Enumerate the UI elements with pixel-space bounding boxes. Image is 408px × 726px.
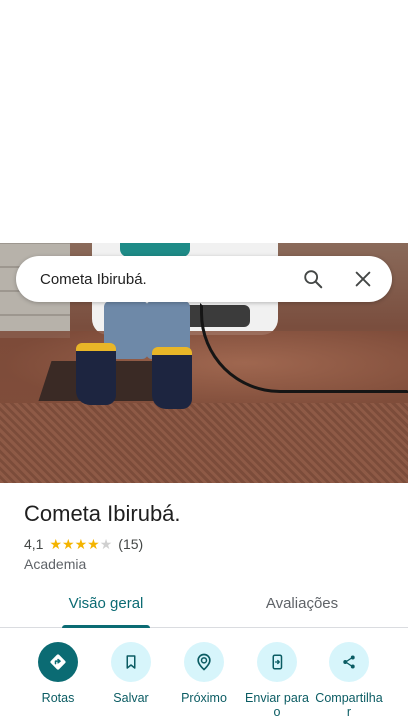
star-empty-icon: ★ [99, 536, 113, 552]
map-blank-area [0, 0, 408, 243]
send-to-phone-button[interactable]: Enviar para o [241, 640, 313, 719]
photo-shirt [120, 243, 190, 257]
directions-label: Rotas [41, 691, 75, 705]
place-tabs: Visão geral Avaliações [0, 588, 408, 628]
share-button[interactable]: Compartilha r [313, 640, 385, 719]
search-query[interactable]: Cometa Ibirubá. [40, 271, 302, 288]
nearby-icon[interactable] [184, 642, 224, 682]
place-info: Cometa Ibirubá. 4,1 ★ ★ ★ ★ ★ (15) Acade… [24, 500, 394, 572]
send-to-phone-label: Enviar para o [245, 691, 309, 719]
star-icon: ★ [62, 536, 75, 552]
send-to-phone-icon[interactable] [257, 642, 297, 682]
rating-value: 4,1 [24, 536, 44, 552]
place-category: Academia [24, 556, 87, 572]
search-icon[interactable] [302, 268, 324, 290]
review-count: (15) [118, 536, 144, 552]
place-title: Cometa Ibirubá. [24, 501, 181, 526]
directions-button[interactable]: Rotas [22, 640, 94, 705]
photo-boot [76, 343, 116, 405]
share-label: Compartilha r [315, 691, 383, 719]
save-button[interactable]: Salvar [95, 640, 167, 705]
rating-row[interactable]: 4,1 ★ ★ ★ ★ ★ (15) [24, 536, 394, 552]
save-label: Salvar [113, 691, 149, 705]
action-buttons: Rotas Salvar Próximo Enviar para o Compa… [0, 640, 408, 726]
tab-reviews[interactable]: Avaliações [258, 588, 346, 628]
nearby-button[interactable]: Próximo [168, 640, 240, 705]
star-icon: ★ [74, 536, 88, 552]
photo-ground [0, 403, 408, 483]
directions-icon[interactable] [38, 642, 78, 682]
active-tab-indicator [62, 625, 150, 628]
share-icon[interactable] [329, 642, 369, 682]
tab-overview-label: Visão geral [68, 595, 144, 612]
tab-reviews-label: Avaliações [265, 595, 339, 612]
photo-boot [152, 347, 192, 409]
close-icon[interactable] [352, 268, 374, 290]
search-bar[interactable]: Cometa Ibirubá. [16, 256, 392, 302]
bookmark-icon[interactable] [111, 642, 151, 682]
star-rating: ★ ★ ★ ★ ★ [49, 537, 112, 551]
nearby-label: Próximo [181, 691, 227, 705]
tab-overview[interactable]: Visão geral [62, 588, 150, 628]
star-icon: ★ [87, 536, 100, 552]
star-icon: ★ [49, 536, 63, 552]
